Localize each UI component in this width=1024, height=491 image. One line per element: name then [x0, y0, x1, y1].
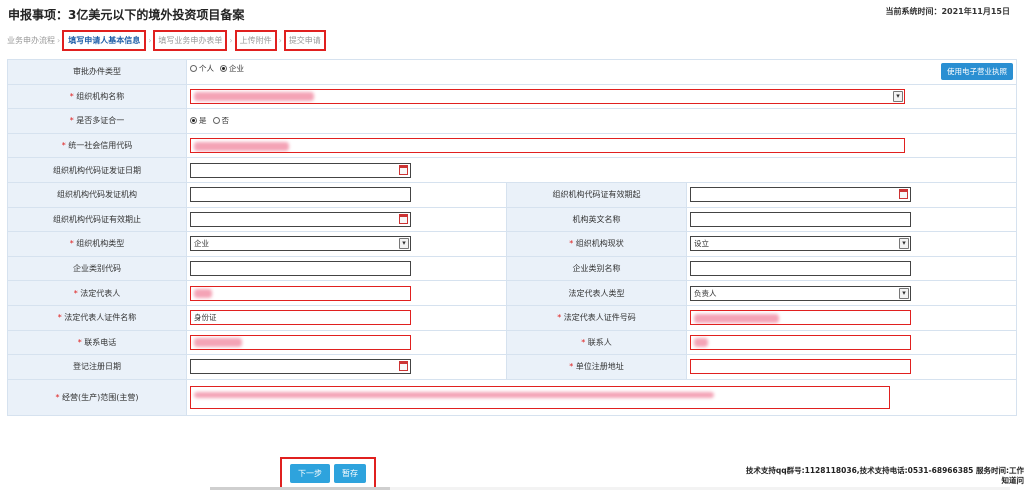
step-highlight: 上传附件: [234, 29, 277, 51]
chevron-down-icon: ▾: [893, 90, 903, 102]
step-applicant-info[interactable]: 填写申请人基本信息: [68, 36, 140, 45]
radio-no[interactable]: 否: [212, 115, 229, 126]
radio-personal[interactable]: 个人: [190, 63, 214, 74]
radio-dot: [220, 65, 227, 73]
approval-type-radio: 个人 企业: [190, 63, 941, 74]
org-code-issue-date-input[interactable]: [190, 162, 411, 178]
radio-dot: [212, 117, 220, 125]
calendar-icon[interactable]: [399, 361, 408, 372]
step-highlight: 填写申请人基本信息: [62, 29, 147, 51]
enterprise-name-label: 企业类别名称: [506, 255, 687, 282]
org-status-select[interactable]: 设立 ▾: [690, 236, 911, 252]
radio-yes[interactable]: 是: [190, 115, 207, 126]
step-process[interactable]: 业务申办流程: [7, 35, 55, 46]
org-code-issuer-input[interactable]: [190, 187, 411, 203]
page-title: 申报事项：3亿美元以下的境外投资项目备案: [8, 8, 245, 22]
multi-cert-radio: 是 否: [190, 115, 1013, 126]
org-name-label: 组织机构名称: [76, 91, 125, 101]
calendar-icon[interactable]: [399, 213, 408, 224]
enterprise-name-input[interactable]: [690, 261, 911, 277]
legal-rep-input[interactable]: [190, 285, 411, 301]
phone-input[interactable]: [190, 334, 411, 350]
chevron-down-icon: ▾: [399, 238, 409, 250]
org-type-select[interactable]: 企业 ▾: [190, 236, 411, 252]
chevron-down-icon: ▾: [899, 238, 909, 250]
legal-rep-id-no-label: 法定代表人证件号码: [563, 313, 636, 323]
org-english-name-input[interactable]: [690, 211, 911, 227]
legal-rep-id-no-input[interactable]: [690, 310, 911, 326]
org-status-label: 组织机构现状: [575, 239, 624, 249]
reg-date-label: 登记注册日期: [7, 354, 187, 380]
org-code-valid-from-label: 组织机构代码证有效期起: [506, 181, 687, 208]
step-upload[interactable]: 上传附件: [240, 36, 272, 45]
calendar-icon[interactable]: [399, 164, 408, 175]
reg-date-input[interactable]: [190, 359, 411, 375]
approval-type-label: 审批办件类型: [7, 59, 187, 85]
save-draft-button[interactable]: 暂存: [334, 464, 366, 483]
business-scope-label: 经营(生产)范围(主营): [62, 392, 139, 402]
step-highlight: 填写业务申办表单: [153, 29, 228, 51]
reg-address-input[interactable]: [690, 359, 911, 375]
radio-enterprise[interactable]: 企业: [220, 63, 244, 74]
multi-cert-label: 是否多证合一: [76, 116, 125, 126]
calendar-icon[interactable]: [899, 189, 908, 200]
phone-label: 联系电话: [84, 337, 117, 347]
org-code-valid-to-input[interactable]: [190, 211, 411, 227]
org-english-name-label: 机构英文名称: [506, 206, 687, 233]
enterprise-code-input[interactable]: [190, 261, 411, 277]
org-type-label: 组织机构类型: [76, 239, 125, 249]
business-scope-textarea[interactable]: [190, 385, 890, 409]
org-code-valid-from-input[interactable]: [690, 187, 911, 203]
legal-rep-id-name-label: 法定代表人证件名称: [64, 313, 137, 323]
enterprise-code-label: 企业类别代码: [7, 255, 187, 282]
credit-code-label: 统一社会信用代码: [68, 141, 133, 151]
org-code-issuer-label: 组织机构代码发证机构: [7, 181, 187, 208]
step-separator: ›: [57, 35, 61, 45]
next-step-button[interactable]: 下一步: [290, 464, 330, 483]
applicant-form: 审批办件类型 使用电子营业执照 个人 企业 * 组织机构名称 ▾ * 是否多证合…: [7, 59, 1018, 416]
tech-support-line: 技术支持qq群号:1128118036,技术支持电话:0531-68966385…: [745, 466, 1024, 475]
step-submit[interactable]: 提交申请: [289, 36, 321, 45]
system-time: 当前系统时间：2021年11月15日: [885, 7, 1010, 16]
legal-rep-type-select[interactable]: 负责人 ▾: [690, 285, 911, 301]
step-separator: ›: [148, 35, 152, 45]
org-code-valid-to-label: 组织机构代码证有效期止: [7, 206, 187, 233]
org-name-select[interactable]: ▾: [190, 88, 905, 104]
step-separator: ›: [229, 35, 233, 45]
legal-rep-id-name-input[interactable]: 身份证: [190, 310, 411, 326]
legal-rep-type-label: 法定代表人类型: [506, 280, 687, 306]
step-separator: ›: [278, 35, 282, 45]
credit-code-input[interactable]: [190, 138, 905, 154]
org-code-issue-date-label: 组织机构代码证发证日期: [7, 157, 187, 183]
contact-label: 联系人: [587, 337, 612, 347]
radio-dot: [190, 117, 197, 125]
scrollbar-thumb[interactable]: [210, 487, 390, 490]
step-highlight: 提交申请: [283, 29, 326, 51]
tech-support-line-2: 知道问: [1001, 476, 1024, 485]
legal-rep-label: 法定代表人: [80, 288, 121, 298]
reg-address-label: 单位注册地址: [575, 362, 624, 372]
tech-support-info: 技术支持qq群号:1128118036,技术支持电话:0531-68966385…: [746, 466, 1024, 486]
radio-dot: [190, 65, 197, 73]
use-e-license-button[interactable]: 使用电子营业执照: [941, 63, 1014, 81]
step-business-form[interactable]: 填写业务申办表单: [158, 36, 222, 45]
horizontal-scrollbar[interactable]: [210, 486, 1010, 491]
chevron-down-icon: ▾: [899, 287, 909, 299]
contact-input[interactable]: [690, 334, 911, 350]
step-nav: 业务申办流程 › 填写申请人基本信息 › 填写业务申办表单 › 上传附件 › 提…: [7, 29, 326, 51]
